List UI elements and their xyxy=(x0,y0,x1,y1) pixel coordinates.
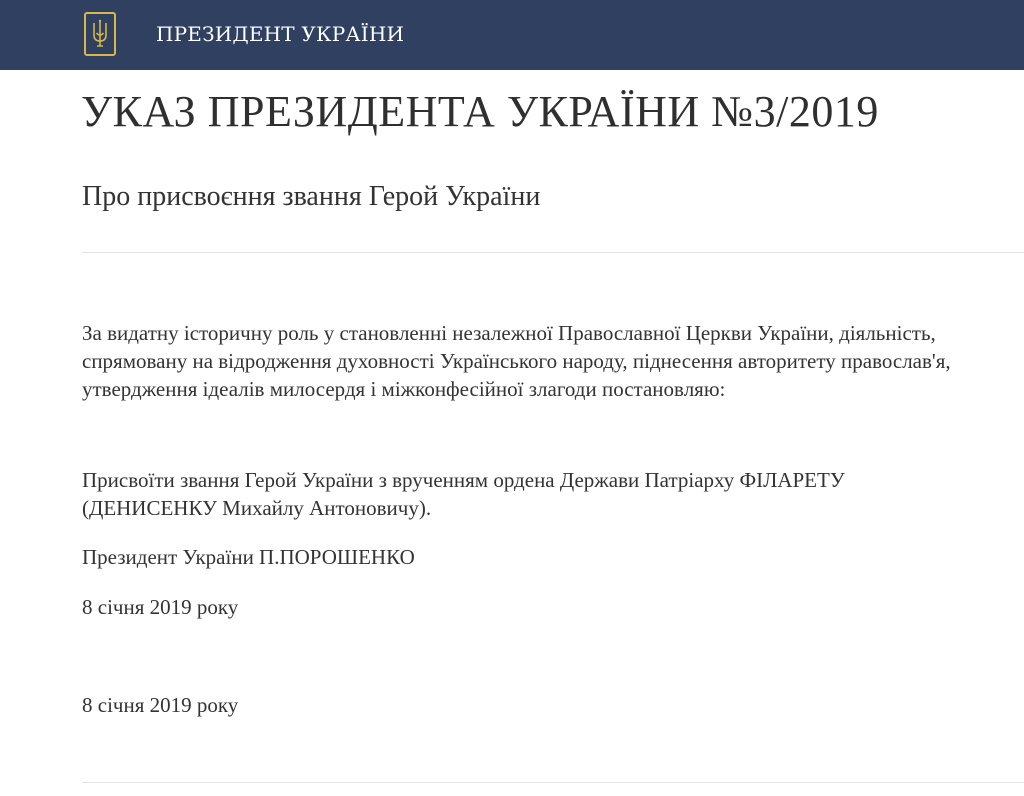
site-header: ПРЕЗИДЕНТ УКРАЇНИ xyxy=(0,0,1024,70)
section-divider xyxy=(82,252,1024,253)
trident-icon xyxy=(93,19,107,47)
footer-divider xyxy=(82,782,1024,783)
decree-signature: Президент України П.ПОРОШЕНКО xyxy=(82,545,415,569)
publication-date: 8 січня 2019 року xyxy=(82,693,239,717)
decree-preamble: За видатну історичну роль у становленні … xyxy=(82,321,951,401)
decree-subtitle: Про присвоєння звання Герой України xyxy=(82,181,541,212)
decree-title: УКАЗ ПРЕЗИДЕНТА УКРАЇНИ №3/2019 xyxy=(81,87,879,136)
decree-date: 8 січня 2019 року xyxy=(82,595,239,619)
trident-coat-of-arms-icon[interactable] xyxy=(84,12,116,56)
decree-resolution: Присвоїти звання Герой України з врученн… xyxy=(82,468,845,520)
site-title-link[interactable]: ПРЕЗИДЕНТ УКРАЇНИ xyxy=(156,22,404,46)
